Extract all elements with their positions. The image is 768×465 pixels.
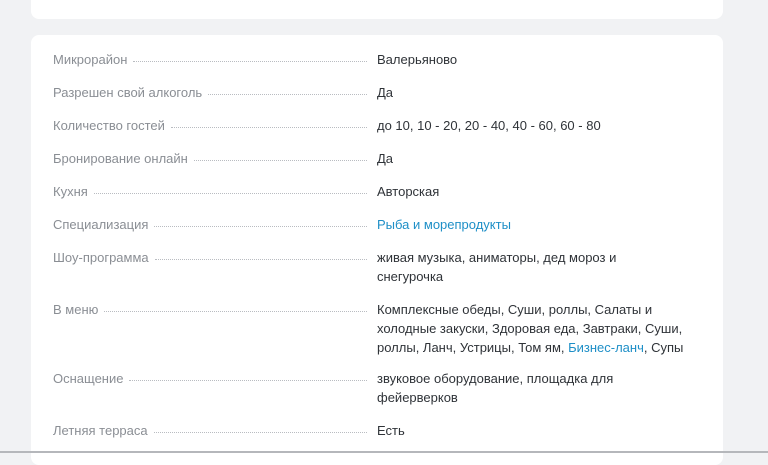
menu-items-text-end: , Супы: [643, 340, 684, 355]
detail-value: звуковое оборудование, площадка для фейе…: [377, 371, 614, 405]
previous-card: [31, 0, 723, 19]
dotted-leader: [154, 217, 367, 227]
dotted-leader: [193, 151, 367, 161]
detail-label: Летняя терраса: [53, 423, 148, 438]
details-card: Микрорайон Валерьяново Разрешен свой алк…: [31, 35, 723, 465]
detail-label: Специализация: [53, 217, 149, 232]
detail-label: Кухня: [53, 184, 88, 199]
detail-value: до 10, 10 - 20, 20 - 40, 40 - 60, 60 - 8…: [377, 118, 601, 133]
dotted-leader: [129, 371, 367, 381]
detail-value: Да: [377, 151, 394, 166]
detail-label: Бронирование онлайн: [53, 151, 188, 166]
detail-value: Валерьяново: [377, 52, 458, 67]
detail-label: Разрешен свой алкоголь: [53, 85, 203, 100]
detail-value: Авторская: [377, 184, 440, 199]
detail-label: В меню: [53, 302, 99, 317]
detail-value: Есть: [377, 423, 405, 438]
detail-label: Оснащение: [53, 371, 124, 386]
detail-label: Шоу-программа: [53, 250, 149, 265]
detail-value: Да: [377, 85, 394, 100]
dotted-leader: [93, 184, 367, 194]
detail-value: живая музыка, аниматоры, дед мороз и сне…: [377, 250, 617, 284]
detail-label: Количество гостей: [53, 118, 165, 133]
detail-label: Микрорайон: [53, 52, 128, 67]
dotted-leader: [133, 52, 367, 62]
specialization-link[interactable]: Рыба и морепродукты: [377, 217, 511, 232]
detail-value: Комплексные обеды, Суши, роллы, Салаты и…: [377, 300, 699, 357]
dotted-leader: [170, 118, 367, 128]
business-lunch-link[interactable]: Бизнес-ланч: [568, 340, 644, 355]
dotted-leader: [153, 423, 367, 433]
dotted-leader: [104, 302, 367, 312]
dotted-leader: [208, 85, 367, 95]
dotted-leader: [154, 250, 367, 260]
